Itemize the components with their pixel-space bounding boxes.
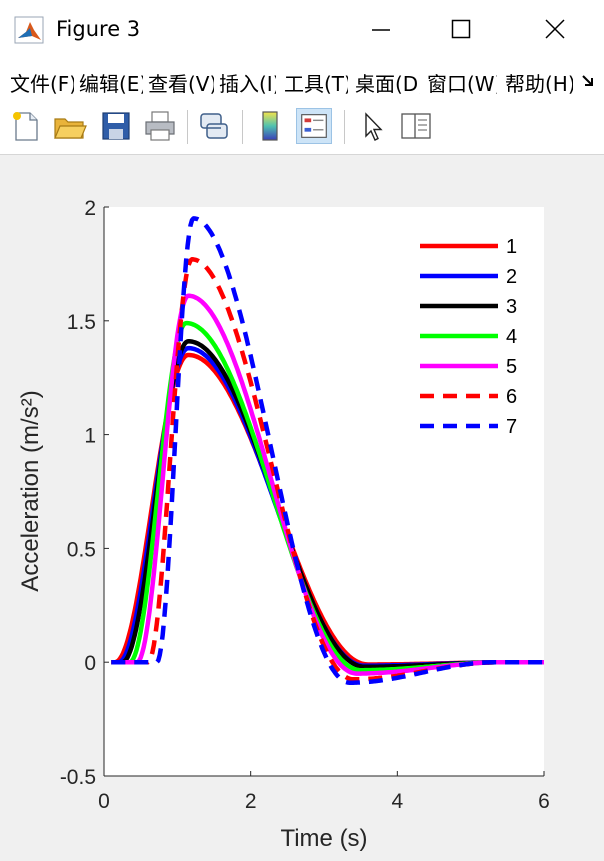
legend-label-4: 4 bbox=[506, 326, 517, 348]
colorbar-icon[interactable] bbox=[252, 108, 288, 144]
maximize-icon[interactable] bbox=[446, 14, 476, 44]
y-tick-label: 0.5 bbox=[67, 538, 96, 561]
menu-view[interactable]: 查看(V) bbox=[148, 68, 214, 97]
legend-label-3: 3 bbox=[506, 296, 517, 318]
pointer-arrow-icon[interactable] bbox=[354, 108, 390, 144]
link-plot-icon[interactable] bbox=[196, 108, 232, 144]
legend-label-6: 6 bbox=[506, 386, 517, 408]
minimize-icon[interactable] bbox=[366, 14, 396, 44]
x-ticks: 0 2 4 6 bbox=[98, 771, 550, 813]
menu-window[interactable]: 窗口(W) bbox=[427, 68, 497, 97]
x-tick-label: 0 bbox=[98, 790, 110, 813]
y-tick-label: 1.5 bbox=[67, 311, 96, 334]
toolbar-separator bbox=[242, 110, 243, 144]
title-bar[interactable]: Figure 3 bbox=[0, 0, 604, 60]
x-tick-label: 4 bbox=[391, 790, 403, 813]
y-tick-label: 1 bbox=[84, 425, 96, 448]
chevron-more-icon[interactable] bbox=[580, 72, 596, 92]
y-tick-label: 2 bbox=[84, 197, 96, 220]
property-inspector-icon[interactable] bbox=[398, 108, 434, 144]
figure-canvas[interactable]: 0246 -0.5 0 0.5 1 1.5 2 Time (s) Acceleration… bbox=[0, 155, 604, 856]
figure-window: Figure 3 文件(F) 编辑(E) 查看(V) 插入(I) 工具(T) 桌… bbox=[0, 0, 604, 856]
folder-open-icon[interactable] bbox=[52, 108, 88, 144]
menu-tools[interactable]: 工具(T) bbox=[284, 68, 348, 97]
x-axis-label: Time (s) bbox=[280, 825, 367, 852]
window-title: Figure 3 bbox=[56, 17, 141, 41]
legend-label-2: 2 bbox=[506, 266, 517, 288]
menu-bar: 文件(F) 编辑(E) 查看(V) 插入(I) 工具(T) 桌面(D) 窗口(W… bbox=[0, 60, 604, 100]
close-icon[interactable] bbox=[540, 14, 570, 44]
legend-label-5: 5 bbox=[506, 356, 517, 378]
new-file-icon[interactable] bbox=[8, 108, 44, 144]
menu-insert[interactable]: 插入(I) bbox=[219, 68, 276, 97]
x-tick-label: 2 bbox=[245, 790, 257, 813]
y-axis-label: Acceleration (m/s²) bbox=[17, 390, 44, 591]
legend-label-7: 7 bbox=[506, 416, 517, 438]
x-tick-label: 6 bbox=[538, 790, 550, 813]
menu-edit[interactable]: 编辑(E) bbox=[79, 68, 143, 97]
menu-help[interactable]: 帮助(H) bbox=[505, 68, 573, 97]
toolbar-separator bbox=[344, 110, 345, 144]
legend-label-1: 1 bbox=[506, 236, 517, 258]
printer-icon[interactable] bbox=[142, 108, 178, 144]
y-tick-label: 0 bbox=[84, 652, 96, 675]
legend-icon[interactable] bbox=[296, 108, 332, 144]
toolbar-separator bbox=[187, 110, 188, 144]
y-ticks: -0.5 0 0.5 1 1.5 2 bbox=[60, 197, 109, 789]
menu-file[interactable]: 文件(F) bbox=[10, 68, 74, 97]
y-tick-label: -0.5 bbox=[60, 766, 96, 789]
matlab-logo-icon bbox=[14, 16, 44, 44]
figure-toolbar bbox=[0, 100, 604, 155]
acceleration-chart[interactable]: 0246 -0.500.511.52 Time (s) Acceleration… bbox=[0, 155, 604, 856]
menu-desktop[interactable]: 桌面(D) bbox=[355, 68, 420, 97]
save-disk-icon[interactable] bbox=[98, 108, 134, 144]
